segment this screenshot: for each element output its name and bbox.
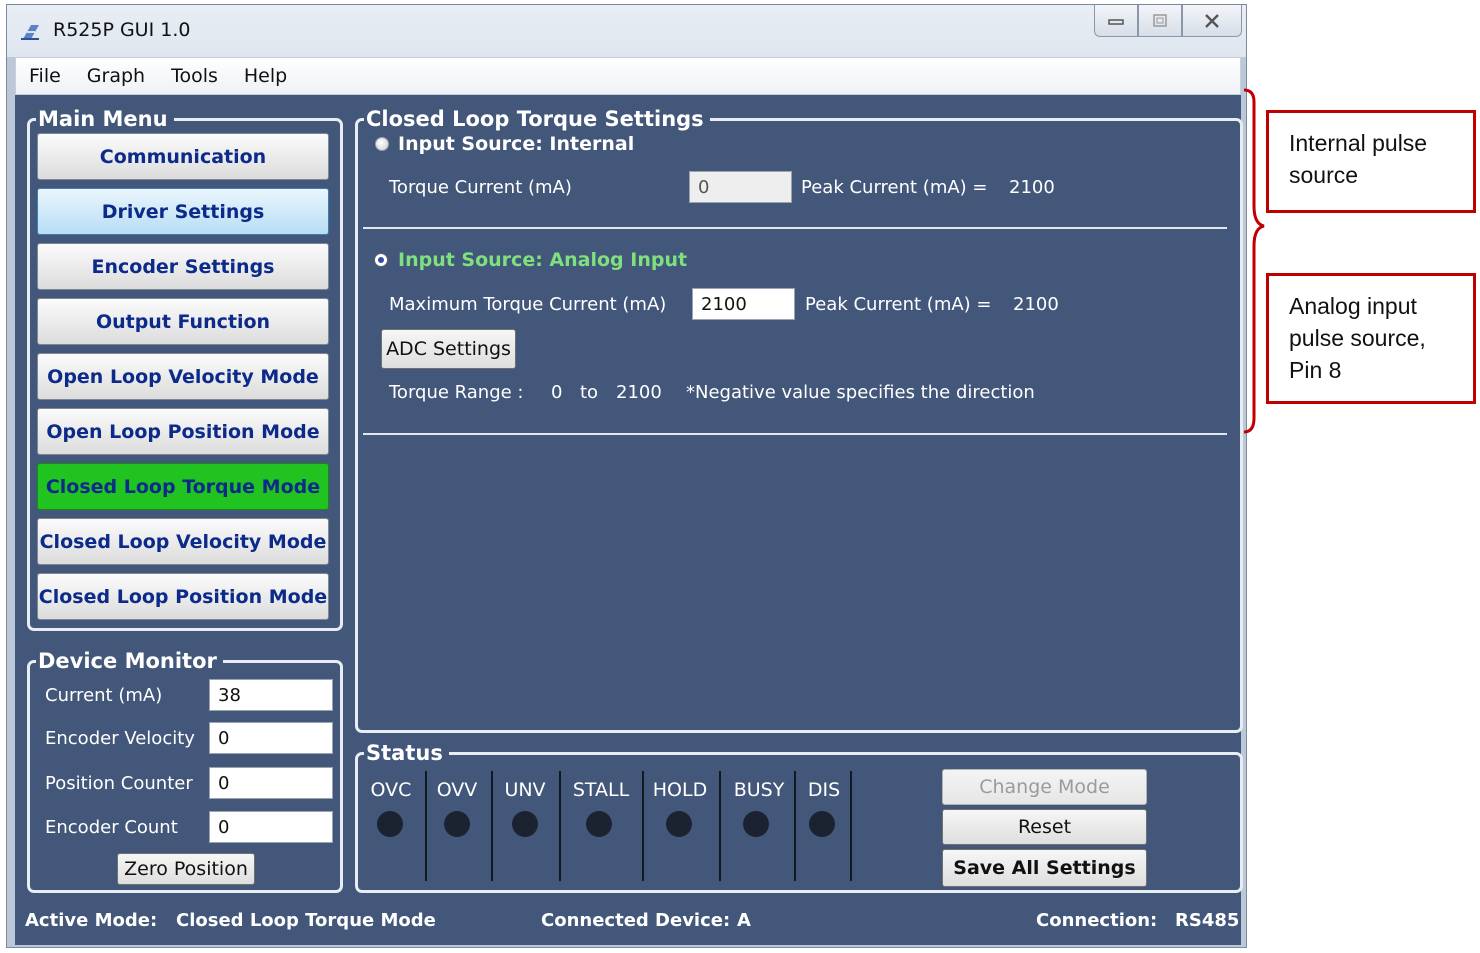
encoder-count-field[interactable]: 0	[209, 811, 333, 843]
analog-peak-current-label: Peak Current (mA) =	[805, 294, 992, 315]
menu-bar: File Graph Tools Help	[15, 57, 1241, 95]
hold-indicator	[666, 811, 692, 837]
nav-open-loop-position-button[interactable]: Open Loop Position Mode	[37, 408, 329, 455]
torque-current-label: Torque Current (mA)	[389, 177, 572, 198]
close-button[interactable]	[1182, 5, 1242, 37]
max-torque-current-field[interactable]: 2100	[692, 288, 795, 320]
torque-settings-title: Closed Loop Torque Settings	[366, 107, 704, 131]
annotation-line: Analog input	[1289, 293, 1417, 319]
annotation-brace	[1243, 88, 1265, 434]
annotation-line: Pin 8	[1289, 357, 1342, 383]
annotation-line: source	[1289, 162, 1359, 188]
window-controls	[1094, 5, 1242, 39]
menu-graph[interactable]: Graph	[74, 65, 158, 87]
status-separator	[794, 771, 796, 881]
internal-source-radio[interactable]	[375, 137, 389, 151]
annotation-line: pulse source,	[1289, 325, 1426, 351]
nav-closed-loop-position-button[interactable]: Closed Loop Position Mode	[37, 573, 329, 620]
busy-indicator	[743, 811, 769, 837]
close-icon	[1205, 13, 1219, 28]
nav-output-function-button[interactable]: Output Function	[37, 298, 329, 345]
ovv-indicator	[444, 811, 470, 837]
analog-source-radio[interactable]	[374, 253, 388, 267]
section-divider-bottom	[363, 433, 1227, 435]
menu-tools[interactable]: Tools	[158, 65, 231, 87]
hold-label: HOLD	[652, 779, 708, 801]
torque-range-to: to	[580, 382, 599, 403]
menu-help[interactable]: Help	[231, 65, 300, 87]
position-counter-label: Position Counter	[45, 773, 193, 794]
ovc-indicator	[377, 811, 403, 837]
torque-range-note: *Negative value specifies the direction	[686, 382, 1035, 403]
zero-position-button[interactable]: Zero Position	[117, 853, 255, 885]
device-monitor-title: Device Monitor	[38, 649, 217, 673]
status-title: Status	[366, 741, 443, 765]
torque-settings-group: Closed Loop Torque Settings	[355, 107, 1243, 733]
internal-peak-current-value: 2100	[1009, 177, 1055, 198]
nav-closed-loop-torque-button[interactable]: Closed Loop Torque Mode	[37, 463, 329, 510]
current-field[interactable]: 38	[209, 679, 333, 711]
torque-range-min: 0	[551, 382, 563, 403]
max-torque-current-label: Maximum Torque Current (mA)	[389, 294, 667, 315]
app-logo-icon	[21, 25, 39, 40]
ovc-label: OVC	[370, 779, 412, 801]
maximize-icon	[1153, 13, 1167, 27]
torque-current-field[interactable]: 0	[689, 171, 792, 203]
main-menu-title: Main Menu	[38, 107, 168, 131]
nav-communication-button[interactable]: Communication	[37, 133, 329, 180]
nav-closed-loop-velocity-button[interactable]: Closed Loop Velocity Mode	[37, 518, 329, 565]
current-label: Current (mA)	[45, 685, 163, 706]
menu-file[interactable]: File	[16, 65, 74, 87]
minimize-icon	[1108, 18, 1124, 25]
torque-range-label: Torque Range :	[389, 382, 524, 403]
status-separator	[491, 771, 493, 881]
window-title: R525P GUI 1.0	[53, 19, 191, 41]
stall-label: STALL	[572, 779, 630, 801]
ovv-label: OVV	[436, 779, 478, 801]
active-mode-value: Closed Loop Torque Mode	[176, 910, 436, 931]
change-mode-button[interactable]: Change Mode	[942, 769, 1147, 805]
internal-source-label[interactable]: Input Source: Internal	[398, 133, 634, 155]
unv-label: UNV	[504, 779, 546, 801]
analog-source-label[interactable]: Input Source: Analog Input	[398, 249, 687, 271]
active-mode-label: Active Mode:	[25, 910, 158, 931]
status-separator	[850, 771, 852, 881]
client-area: Main Menu Communication Driver Settings …	[15, 95, 1243, 945]
encoder-count-label: Encoder Count	[45, 817, 178, 838]
position-counter-field[interactable]: 0	[209, 767, 333, 799]
minimize-button[interactable]	[1094, 5, 1138, 37]
analog-source-annotation: Analog input pulse source, Pin 8	[1266, 273, 1476, 404]
encoder-velocity-field[interactable]: 0	[209, 722, 333, 754]
dis-indicator	[809, 811, 835, 837]
status-separator	[559, 771, 561, 881]
unv-indicator	[512, 811, 538, 837]
torque-range-max: 2100	[616, 382, 662, 403]
analog-peak-current-value: 2100	[1013, 294, 1059, 315]
status-separator	[719, 771, 721, 881]
stall-indicator	[586, 811, 612, 837]
dis-label: DIS	[807, 779, 841, 801]
internal-peak-current-label: Peak Current (mA) =	[801, 177, 988, 198]
section-divider-top	[363, 227, 1227, 229]
connection-label: Connection:	[1036, 910, 1158, 931]
reset-button[interactable]: Reset	[942, 809, 1147, 845]
annotation-line: Internal pulse	[1289, 130, 1428, 156]
encoder-velocity-label: Encoder Velocity	[45, 728, 195, 749]
status-separator	[425, 771, 427, 881]
nav-driver-settings-button[interactable]: Driver Settings	[37, 188, 329, 235]
connected-device-label: Connected Device:	[541, 910, 731, 931]
internal-source-annotation: Internal pulse source	[1266, 110, 1476, 213]
connected-device-value: A	[737, 910, 751, 931]
nav-open-loop-velocity-button[interactable]: Open Loop Velocity Mode	[37, 353, 329, 400]
busy-label: BUSY	[733, 779, 785, 801]
maximize-button[interactable]	[1138, 5, 1182, 37]
app-window: R525P GUI 1.0 File Graph Tools Help Main…	[6, 4, 1247, 948]
connection-value: RS485	[1175, 910, 1240, 931]
title-bar: R525P GUI 1.0	[7, 5, 1246, 57]
status-separator	[642, 771, 644, 881]
nav-encoder-settings-button[interactable]: Encoder Settings	[37, 243, 329, 290]
adc-settings-button[interactable]: ADC Settings	[381, 329, 516, 369]
save-all-settings-button[interactable]: Save All Settings	[942, 849, 1147, 887]
